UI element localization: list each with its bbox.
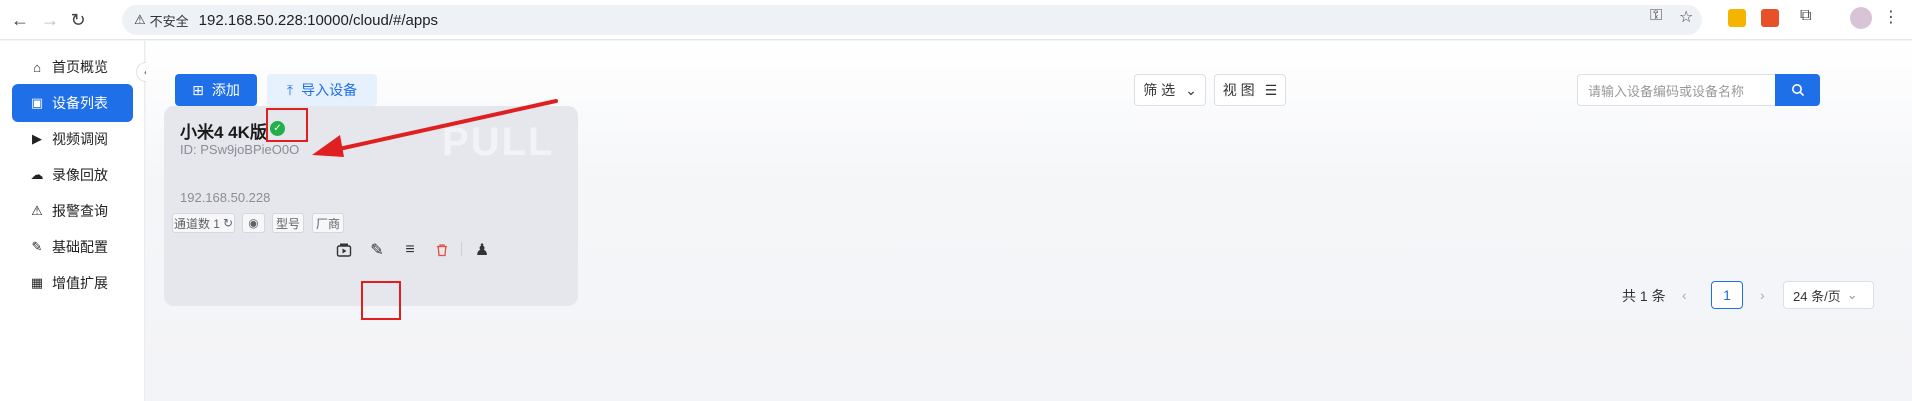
- user-permission-button[interactable]: ♟: [470, 238, 494, 262]
- trash-icon: [437, 244, 447, 257]
- android-icon: ◉: [248, 216, 259, 230]
- list-icon: ☰: [1264, 81, 1278, 98]
- delete-button[interactable]: [430, 238, 454, 262]
- user-icon: ♟: [474, 242, 490, 259]
- grid-icon: ▦: [30, 275, 44, 290]
- details-button[interactable]: ≡: [398, 238, 422, 262]
- avatar[interactable]: [1850, 7, 1872, 29]
- chevron-down-icon: ⌄: [1185, 81, 1197, 98]
- reload-icon[interactable]: ↻: [66, 8, 90, 32]
- video-preview-button[interactable]: [332, 238, 356, 262]
- refresh-icon: ↻: [222, 216, 234, 230]
- warning-icon: ⚠: [134, 12, 146, 27]
- highlight-preview-box: [361, 281, 401, 320]
- view-toggle[interactable]: 视 图 ☰: [1214, 74, 1286, 106]
- url-text: 192.168.50.228:10000/cloud/#/apps: [198, 11, 439, 29]
- play-circle-icon: ▶: [32, 131, 42, 146]
- sidebar-item-overview[interactable]: ⌂ 首页概览: [12, 48, 133, 86]
- channel-count-tag[interactable]: 通道数 1 ↻: [172, 213, 235, 233]
- device-ip: 192.168.50.228: [180, 190, 271, 205]
- annotation-arrow: [312, 99, 558, 157]
- list-icon: ≡: [405, 241, 415, 258]
- upload-icon: ⤒: [286, 81, 294, 98]
- vendor-tag: 厂商: [312, 213, 344, 233]
- search-input[interactable]: 请输入设备编码或设备名称: [1577, 74, 1776, 106]
- back-icon[interactable]: ←: [8, 8, 32, 32]
- key-icon[interactable]: ⚿: [1650, 7, 1662, 25]
- extension-icon[interactable]: [1728, 9, 1746, 27]
- device-id: ID: PSw9joBPieO0O: [180, 142, 300, 157]
- pagination-total: 共 1 条: [1622, 288, 1666, 304]
- camera-icon: ▣: [30, 95, 44, 110]
- next-page-icon[interactable]: ›: [1760, 287, 1765, 303]
- android-tag: ◉: [242, 213, 265, 233]
- sidebar-item-alarm[interactable]: ⚠ 报警查询: [12, 192, 133, 230]
- forward-icon[interactable]: →: [38, 8, 62, 32]
- home-icon: ⌂: [33, 59, 41, 75]
- edit-icon: ✎: [31, 239, 43, 254]
- device-name: 小米4 4K版: [180, 123, 267, 142]
- sidebar-item-playback[interactable]: ☁ 录像回放: [12, 156, 133, 194]
- address-bar[interactable]: ⚠ 不安全 192.168.50.228:10000/cloud/#/apps: [122, 5, 1702, 35]
- sidebar-item-device-list[interactable]: ▣ 设备列表: [12, 84, 133, 122]
- edit-icon: ✎: [370, 242, 384, 259]
- extension-icon[interactable]: [1761, 9, 1779, 27]
- sidebar: ⌂ 首页概览 ▣ 设备列表 ▶ 视频调阅 ☁ 录像回放 ⚠ 报警查询 ✎ 基础配…: [0, 41, 145, 401]
- prev-page-icon[interactable]: ‹: [1682, 287, 1687, 303]
- browser-toolbar: ← → ↻ ⚠ 不安全 192.168.50.228:10000/cloud/#…: [0, 0, 1912, 40]
- divider: [461, 242, 462, 256]
- search-icon: [1791, 84, 1804, 97]
- model-tag: 型号: [272, 213, 304, 233]
- video-preview-icon: [336, 243, 352, 257]
- add-device-button[interactable]: ⊞ 添加: [175, 74, 257, 106]
- filter-dropdown[interactable]: 筛 选 ⌄: [1134, 74, 1206, 106]
- security-indicator[interactable]: ⚠ 不安全: [134, 11, 189, 30]
- sidebar-item-config[interactable]: ✎ 基础配置: [12, 228, 133, 266]
- chevron-down-icon: ⌄: [1846, 287, 1858, 302]
- sidebar-item-extension[interactable]: ▦ 增值扩展: [12, 264, 133, 302]
- star-icon[interactable]: ☆: [1679, 7, 1693, 27]
- alarm-icon: ⚠: [31, 203, 43, 218]
- menu-icon[interactable]: ⋮: [1883, 7, 1899, 27]
- add-camera-icon: ⊞: [192, 81, 204, 98]
- search-button[interactable]: [1775, 74, 1820, 106]
- page-size-select[interactable]: 24 条/页 ⌄: [1783, 281, 1874, 309]
- sidebar-item-video[interactable]: ▶ 视频调阅: [12, 120, 133, 158]
- page-number-current[interactable]: 1: [1711, 281, 1743, 309]
- puzzle-icon[interactable]: ⧉: [1800, 7, 1811, 25]
- cloud-icon: ☁: [30, 167, 44, 182]
- edit-button[interactable]: ✎: [365, 238, 389, 262]
